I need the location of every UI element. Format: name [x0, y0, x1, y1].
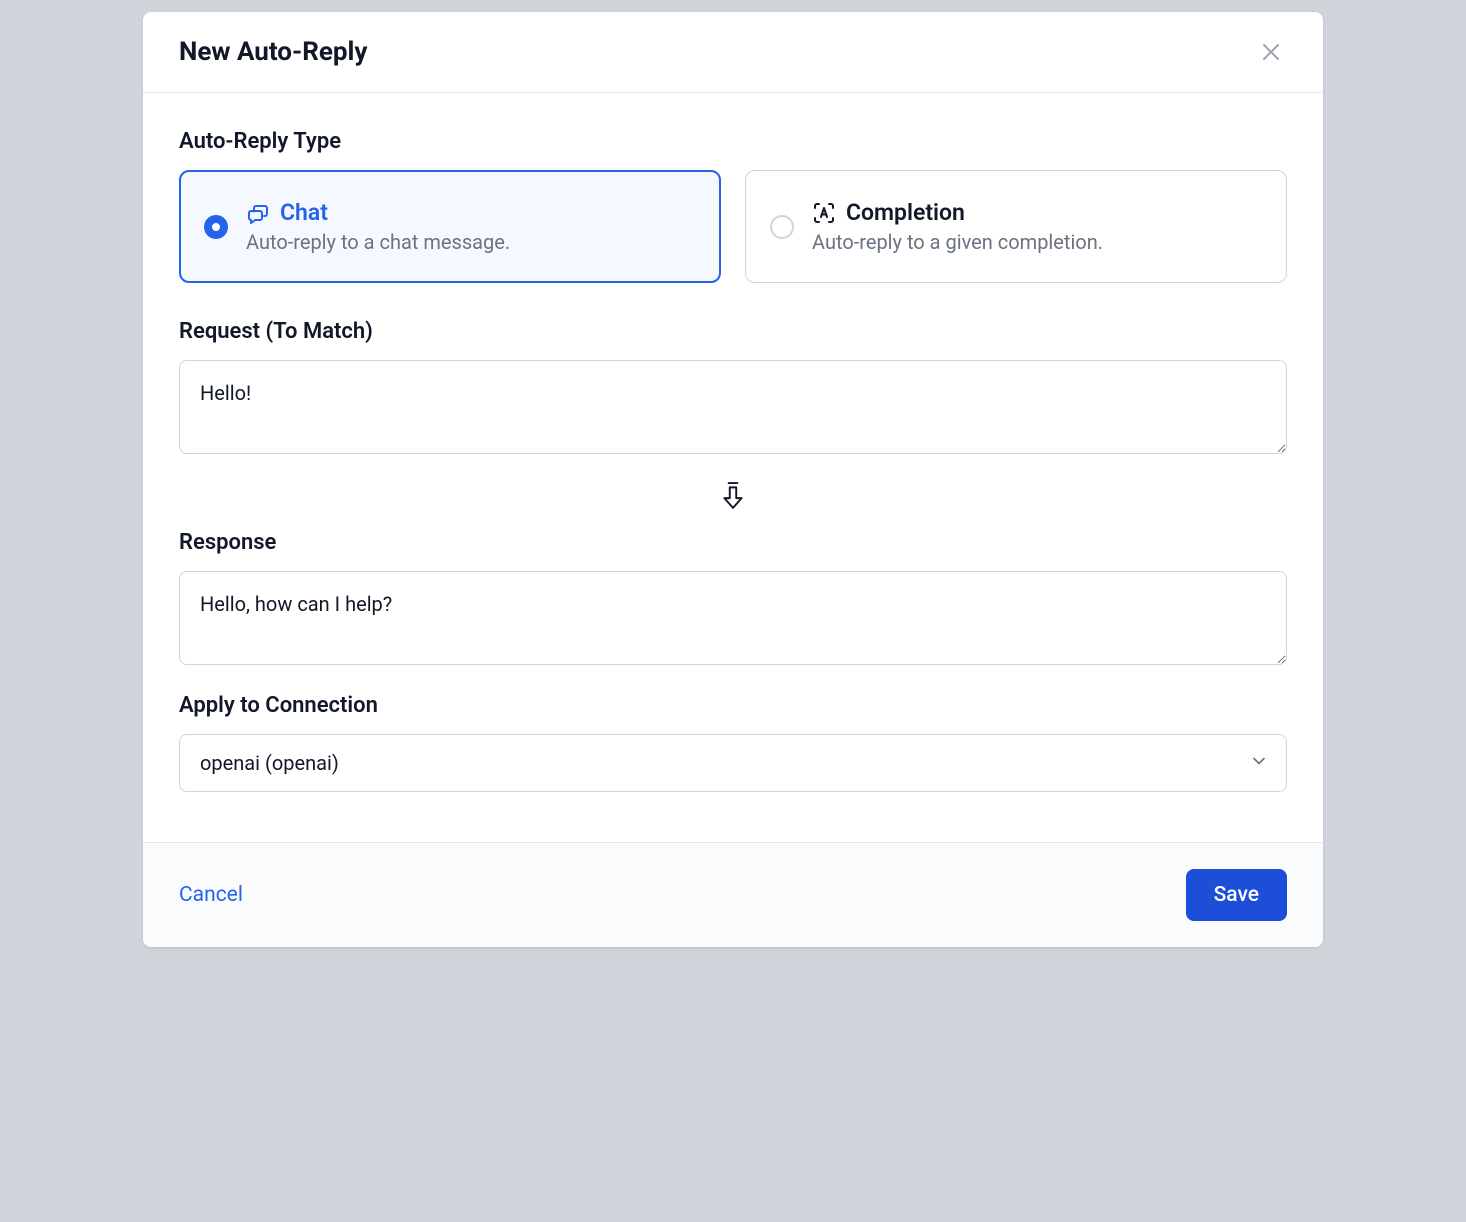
type-card-completion-title: Completion [846, 199, 965, 226]
modal-body: Auto-Reply Type Chat [143, 93, 1323, 842]
type-card-completion[interactable]: Completion Auto-reply to a given complet… [745, 170, 1287, 283]
connection-label: Apply to Connection [179, 693, 1287, 718]
connection-group: Apply to Connection openai (openai) [179, 693, 1287, 792]
response-input[interactable] [179, 571, 1287, 665]
modal-title: New Auto-Reply [179, 37, 368, 67]
modal-footer: Cancel Save [143, 842, 1323, 947]
radio-completion [770, 215, 794, 239]
type-card-chat-desc: Auto-reply to a chat message. [246, 230, 696, 254]
response-label: Response [179, 530, 1287, 555]
request-label: Request (To Match) [179, 319, 1287, 344]
request-input[interactable] [179, 360, 1287, 454]
type-card-completion-desc: Auto-reply to a given completion. [812, 230, 1262, 254]
close-icon [1259, 40, 1283, 64]
modal-header: New Auto-Reply [143, 12, 1323, 93]
completion-icon [812, 201, 836, 225]
new-auto-reply-modal: New Auto-Reply Auto-Reply Type [143, 12, 1323, 947]
close-button[interactable] [1255, 36, 1287, 68]
type-card-chat-title: Chat [280, 199, 328, 226]
type-card-chat[interactable]: Chat Auto-reply to a chat message. [179, 170, 721, 283]
arrow-down-icon [179, 482, 1287, 510]
connection-select[interactable]: openai (openai) [179, 734, 1287, 792]
response-group: Response [179, 530, 1287, 669]
chat-icon [246, 201, 270, 225]
auto-reply-type-label: Auto-Reply Type [179, 129, 1287, 154]
save-button[interactable]: Save [1186, 869, 1287, 921]
type-cards: Chat Auto-reply to a chat message. [179, 170, 1287, 283]
cancel-button[interactable]: Cancel [179, 883, 243, 907]
request-group: Request (To Match) [179, 319, 1287, 458]
radio-chat [204, 215, 228, 239]
